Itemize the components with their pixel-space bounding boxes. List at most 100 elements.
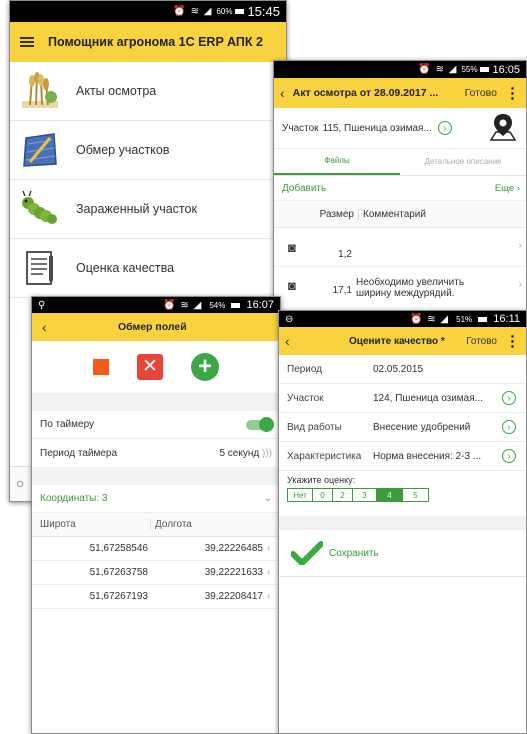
field-measure-icon	[23, 133, 57, 167]
coords-table-header: Широта Долгота	[32, 513, 280, 537]
menu-item-label: Обмер участков	[76, 143, 170, 157]
status-icons: ⏰ ≋ ◢	[173, 6, 213, 17]
coords-label: Координаты: 3	[40, 493, 108, 504]
status-bar: ⊖ ⏰ ≋ ◢ 51% 16:11	[279, 311, 526, 327]
chevron-right-circle-icon[interactable]: ›	[502, 449, 516, 463]
timer-row: По таймеру	[32, 411, 280, 439]
app-title: Помощник агронома 1С ERP АПК 2	[48, 35, 263, 49]
file-size: 17,1	[332, 284, 352, 296]
menu-item-infected-plot[interactable]: Зараженный участок	[10, 180, 286, 239]
more-button[interactable]: Еще ›	[495, 183, 520, 194]
caterpillar-icon	[22, 190, 57, 224]
menu-item-label: Оценка качества	[76, 261, 175, 275]
chevron-right-icon: ›	[267, 567, 271, 578]
more-vert-icon[interactable]: ⋮	[505, 332, 520, 350]
work-type-field[interactable]: Вид работы Внесение удобрений ›	[279, 413, 526, 442]
rating-option[interactable]: Нет	[287, 488, 313, 502]
status-time: 16:07	[246, 299, 274, 311]
separator	[32, 467, 280, 485]
plot-field[interactable]: Участок 124, Пшеница озимая... ›	[279, 384, 526, 413]
table-row[interactable]: 51,67267193 39,22208417 ›	[32, 585, 280, 609]
field-label: Характеристика	[287, 450, 362, 462]
plot-row[interactable]: Участок 115, Пшеница озимая... ›	[274, 108, 526, 149]
menu-item-label: Акты осмотра	[76, 84, 157, 98]
status-bar: ⏰ ≋ ◢ 55% 16:05	[274, 61, 526, 78]
tab-files[interactable]: Файлы	[274, 149, 400, 175]
status-time: 15:45	[247, 4, 280, 19]
size-column-header: Размер	[319, 208, 354, 220]
chevron-right-circle-icon[interactable]: ›	[437, 121, 452, 135]
files-toolbar: Добавить Еще ›	[274, 176, 526, 200]
table-row[interactable]: ◙ 17,1 Необходимо увеличить ширину между…	[274, 267, 526, 303]
rating-option[interactable]: 5	[403, 488, 429, 502]
back-chevron-icon[interactable]: ‹	[285, 333, 290, 349]
search-icon[interactable]: ○	[16, 475, 24, 491]
menu-item-quality-assessment[interactable]: Оценка качества	[10, 239, 286, 298]
battery-icon	[231, 303, 241, 308]
field-value: Норма внесения: 2-3 ...	[373, 450, 482, 462]
timer-period-row[interactable]: Период таймера 5 секунд )))	[32, 439, 280, 467]
status-icons: ⏰ ≋ ◢	[163, 300, 203, 311]
characteristic-field[interactable]: Характеристика Норма внесения: 2-3 ... ›	[279, 442, 526, 471]
back-chevron-icon[interactable]: ‹	[42, 319, 47, 335]
more-vert-icon[interactable]: ⋮	[505, 84, 520, 102]
longitude-value: 39,22208417	[204, 591, 263, 602]
timer-label: По таймеру	[40, 419, 95, 430]
add-point-button[interactable]: +	[191, 353, 219, 381]
period-value: 5 секунд	[219, 447, 260, 459]
chevron-right-icon: ›	[518, 279, 522, 290]
coords-section-header[interactable]: Координаты: 3 ⌄	[32, 485, 280, 513]
menu-item-measure-plots[interactable]: Обмер участков	[10, 121, 286, 180]
save-label: Сохранить	[329, 547, 379, 559]
tabs: Файлы Детальное описание	[274, 149, 526, 176]
longitude-value: 39,22221633	[204, 567, 263, 578]
add-button[interactable]: Добавить	[282, 183, 326, 194]
rating-label: Укажите оценку:	[287, 475, 356, 485]
rating-option[interactable]: 2	[333, 488, 353, 502]
app-bar: ‹ Акт осмотра от 28.09.2017 ... Готово ⋮	[274, 78, 526, 108]
comment-column-header: Комментарий	[358, 208, 426, 220]
status-bar: ⏰ ≋ ◢ 60% 15:45	[10, 1, 286, 22]
chevron-right-circle-icon[interactable]: ›	[502, 420, 516, 434]
table-row[interactable]: 51,67263758 39,22221633 ›	[32, 561, 280, 585]
table-row[interactable]: 51,67258546 39,22226485 ›	[32, 537, 280, 561]
document-icon	[26, 251, 53, 285]
menu-item-inspection-acts[interactable]: Акты осмотра	[10, 62, 286, 121]
map-pin-icon[interactable]	[488, 112, 518, 142]
ready-button[interactable]: Готово	[466, 336, 497, 347]
timer-toggle[interactable]	[246, 416, 274, 432]
chevron-right-circle-icon[interactable]: ›	[502, 391, 516, 405]
longitude-value: 39,22226485	[204, 543, 263, 554]
quality-assessment-screen: ⊖ ⏰ ≋ ◢ 51% 16:11 ‹ Оцените качество * Г…	[278, 310, 527, 734]
tab-detailed-description[interactable]: Детальное описание	[400, 149, 526, 175]
latitude-value: 51,67267193	[89, 591, 148, 602]
video-camera-icon: ◙	[288, 277, 296, 293]
page-title: Оцените качество *	[349, 335, 445, 347]
lat-column-header: Широта	[40, 519, 76, 530]
field-label: Участок	[287, 392, 324, 404]
save-button[interactable]: Сохранить	[279, 530, 526, 577]
ready-button[interactable]: Готово	[465, 87, 497, 99]
page-title: Обмер полей	[117, 321, 187, 333]
checkmark-icon	[291, 541, 323, 565]
rating-selector: Нет 0 2 3 4 5	[287, 488, 526, 502]
back-chevron-icon[interactable]: ‹	[280, 85, 285, 101]
field-label: Период	[287, 363, 323, 375]
period-field[interactable]: Период 02.05.2015	[279, 355, 526, 384]
stop-button[interactable]	[93, 359, 109, 375]
rating-option[interactable]: 3	[353, 488, 377, 502]
rating-option-selected[interactable]: 4	[377, 488, 403, 502]
chevron-right-icon: ›	[267, 543, 271, 554]
rss-icon: )))	[262, 447, 272, 459]
battery-icon	[480, 67, 490, 72]
chevron-down-icon[interactable]: ⌄	[264, 493, 272, 504]
hamburger-menu-icon[interactable]	[20, 37, 34, 47]
delete-button[interactable]: ✕	[137, 354, 163, 380]
plot-value: 115, Пшеница озимая...	[322, 122, 432, 134]
more-label: Еще	[494, 182, 515, 194]
app-bar: ‹ Обмер полей	[32, 313, 280, 341]
battery-percent: 51%	[456, 315, 473, 324]
rating-option[interactable]: 0	[313, 488, 333, 502]
action-buttons: ✕ +	[32, 341, 280, 393]
table-row[interactable]: ◙ 1,2 ›	[274, 228, 526, 267]
